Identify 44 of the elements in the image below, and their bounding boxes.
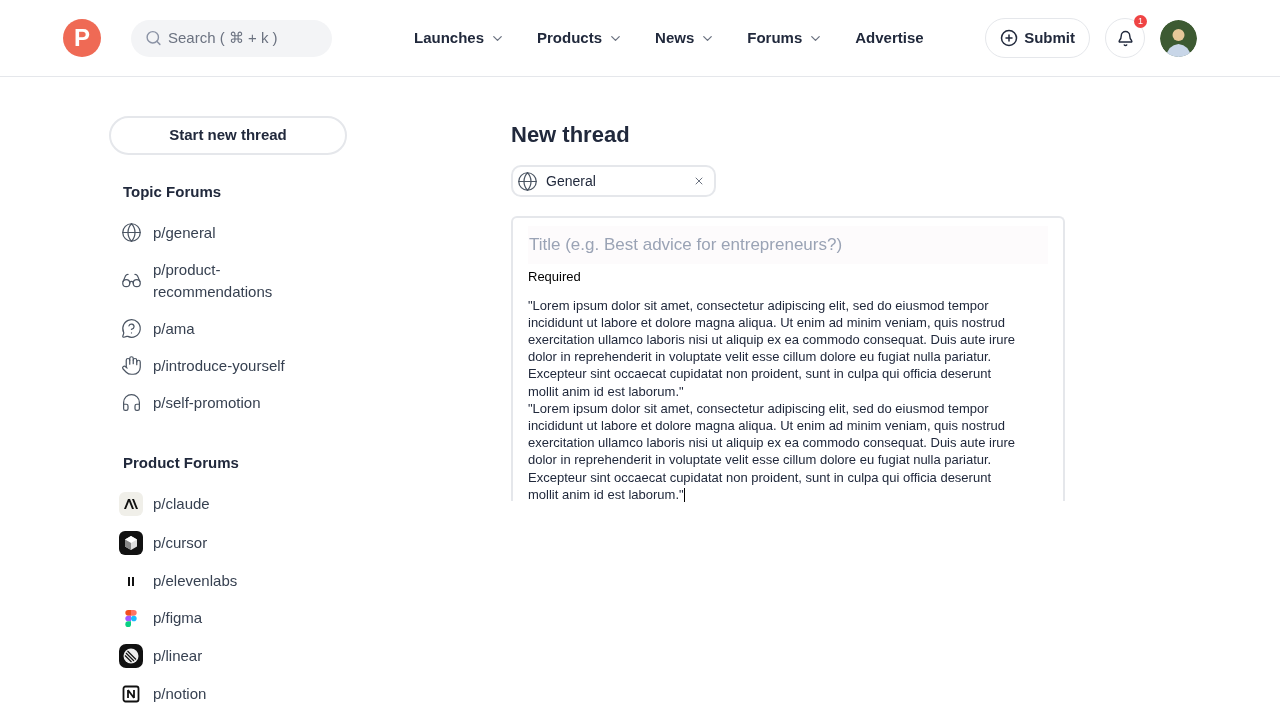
cube-logo-icon <box>119 531 143 555</box>
question-bubble-icon <box>120 318 142 339</box>
headphones-icon <box>120 392 142 413</box>
n-logo-icon <box>122 685 140 703</box>
figma-logo-icon <box>125 609 137 627</box>
forum-link[interactable]: p/figma <box>119 607 347 629</box>
new-thread-button[interactable]: Start new thread <box>109 116 347 155</box>
forum-link[interactable]: p/claude <box>119 492 347 516</box>
forum-link[interactable]: p/linear <box>119 644 347 668</box>
search-field[interactable]: Search ( ⌘ + k ) <box>131 19 332 57</box>
bell-icon <box>1116 29 1134 47</box>
forum-link[interactable]: p/general <box>119 221 347 244</box>
forum-link[interactable]: p/cursor <box>119 531 347 555</box>
nav-link[interactable]: Advertise <box>855 26 924 50</box>
forum-link[interactable]: p/self-promotion <box>119 391 347 414</box>
forum-link[interactable]: p/introduce-yourself <box>119 354 347 377</box>
plus-circle-icon <box>1000 29 1019 47</box>
close-icon[interactable] <box>693 175 705 187</box>
notification-badge: 1 <box>1134 15 1147 28</box>
globe-icon <box>517 170 538 192</box>
title-field[interactable]: Title (e.g. Best advice for entrepreneurs?) <box>528 226 1048 264</box>
body-field[interactable]: "Lorem ipsum dolor sit amet, consectetur adipiscing elit, sed do eiusmod tempor incididunt ut labore et dolore magna aliqua. Ut enim ad minim veniam, quis nostrud exercitation ullamco laboris nisi ut aliquip ex ea commodo consequat. Duis aute irure dolor in reprehenderit in voluptate velit esse cillum dolore eu fugiat nulla pariatur. Excepteur sint occaecat cupidatat non proident, sunt in culpa qui officia deserunt mollit anim id est laborum." "Lorem ipsum dolor sit amet, consectetur adipiscing elit, sed do eiusmod tempor incididunt ut labore et dolore magna aliqua. Ut enim ad minim veniam, quis nostrud exercitation ullamco laboris nisi ut aliquip ex ea commodo consequat. Duis aute irure dolor in reprehenderit in voluptate velit esse cillum dolore eu fugiat nulla pariatur. Excepteur sint occaecat cupidatat non proident, sunt in culpa qui officia deserunt mollit anim id est laborum." <box>528 296 1024 503</box>
hand-icon <box>120 355 142 376</box>
forum-chip[interactable]: General <box>511 165 716 197</box>
chip-label: General <box>546 171 597 191</box>
forum-link[interactable]: p/elevenlabs <box>119 570 347 592</box>
search-input[interactable]: Search ( ⌘ + k ) <box>168 26 318 50</box>
globe-icon <box>120 222 142 243</box>
section-heading: Product Forums <box>123 452 240 473</box>
nav-link[interactable]: Launches <box>414 26 506 50</box>
forum-link[interactable]: p/product-recommendations <box>119 258 347 303</box>
nav-link[interactable]: Products <box>537 26 624 50</box>
search-icon <box>145 29 162 47</box>
striped-circle-logo-icon <box>119 644 143 668</box>
section-heading: Topic Forums <box>123 182 223 202</box>
forum-link[interactable]: p/notion <box>119 683 347 705</box>
avatar[interactable] <box>1160 19 1197 57</box>
nav-link[interactable]: Forums <box>747 26 824 50</box>
required-hint: Required <box>528 268 582 286</box>
pause-logo-icon <box>128 576 134 586</box>
nav-link[interactable]: News <box>655 26 716 50</box>
forum-link[interactable]: p/ama <box>119 317 347 340</box>
page-heading: New thread <box>511 121 631 149</box>
logo-icon <box>119 492 143 516</box>
